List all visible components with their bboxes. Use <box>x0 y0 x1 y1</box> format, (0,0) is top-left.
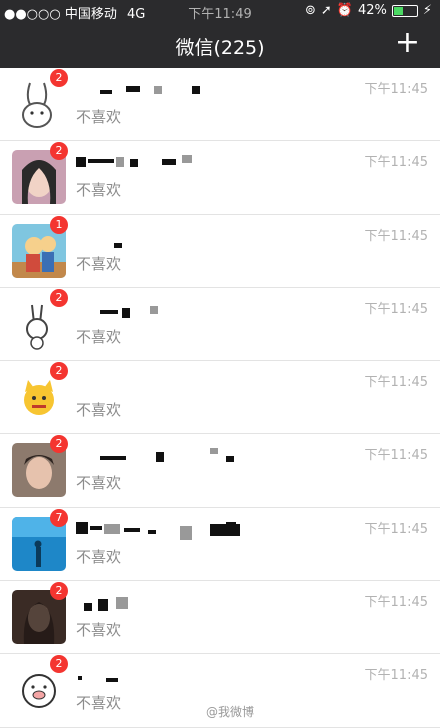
nav-bar: 微信(225) + <box>0 22 440 68</box>
redaction-block <box>210 448 218 455</box>
last-message: 不喜欢 <box>76 621 122 640</box>
redacted-contact-name <box>76 373 276 395</box>
redacted-contact-name <box>76 80 276 102</box>
plus-icon[interactable]: + <box>395 28 420 58</box>
rotation-lock-icon: ⊚ <box>304 3 316 18</box>
redaction-block <box>126 86 140 92</box>
location-icon: ➚ <box>320 3 332 18</box>
message-time: 下午11:45 <box>364 521 428 537</box>
chat-row[interactable]: 2 不喜欢 下午11:45 <box>0 581 440 655</box>
redaction-block <box>84 603 92 612</box>
battery-percent: 42% <box>357 3 387 18</box>
message-time: 下午11:45 <box>364 82 428 97</box>
redaction-block <box>116 597 128 610</box>
chat-row[interactable]: 2 不喜欢 下午11:45 <box>0 287 440 362</box>
redaction-block <box>114 242 122 248</box>
redaction-block <box>106 678 118 683</box>
last-message: 不喜欢 <box>76 547 122 566</box>
message-time: 下午11:45 <box>364 595 428 611</box>
redaction-block <box>148 529 156 534</box>
redacted-contact-name <box>76 520 276 542</box>
chat-row[interactable]: 2 不喜欢 下午11:45 <box>0 68 440 142</box>
last-message: 不喜欢 <box>76 327 122 346</box>
last-message: 不喜欢 <box>76 181 122 200</box>
redaction-block <box>150 305 158 314</box>
redaction-block <box>192 86 200 94</box>
last-message: 不喜欢 <box>76 254 122 273</box>
redaction-block <box>98 599 108 612</box>
redaction-block <box>156 452 164 463</box>
message-time: 下午11:45 <box>364 668 428 684</box>
unread-badge: 2 <box>50 69 68 87</box>
redaction-block <box>104 523 120 534</box>
message-time: 下午11:45 <box>364 155 428 171</box>
redaction-block <box>100 90 112 94</box>
unread-badge: 1 <box>50 215 68 234</box>
message-time: 下午11:45 <box>364 228 428 244</box>
redaction-block <box>78 676 82 681</box>
redaction-block <box>116 157 124 168</box>
chat-row[interactable]: 2 不喜欢 下午11:45 <box>0 141 440 215</box>
watermark: @我微博 <box>205 705 254 719</box>
alarm-icon: ⏰ <box>336 3 353 18</box>
redaction-block <box>162 159 176 166</box>
redaction-block <box>154 86 162 94</box>
unread-badge: 2 <box>50 582 68 601</box>
message-time: 下午11:45 <box>364 448 428 464</box>
status-bar: ●●○○○ 中国移动 4G 下午11:49 ⊚ ➚ ⏰ 42% ⚡ <box>0 0 440 22</box>
charging-icon: ⚡ <box>422 3 432 18</box>
last-message: 不喜欢 <box>76 474 122 493</box>
chat-row[interactable]: 2 不喜欢 下午11:45 <box>0 434 440 508</box>
chat-list: 2 不喜欢 下午11:45 2 不喜欢 下午11:45 1 不喜欢 下午11:45 2 不喜欢 下午1… <box>0 68 440 728</box>
last-message: 不喜欢 <box>76 694 122 713</box>
redacted-contact-name <box>76 666 276 688</box>
last-message: 不喜欢 <box>76 401 122 420</box>
redacted-contact-name <box>76 300 276 322</box>
redaction-block <box>76 157 86 168</box>
unread-badge: 7 <box>50 508 68 527</box>
redaction-block <box>180 525 192 540</box>
message-time: 下午11:45 <box>364 301 428 317</box>
redaction-block <box>130 159 138 168</box>
redaction-block <box>124 527 140 532</box>
redaction-block <box>100 456 126 461</box>
page-title: 微信(225) <box>175 37 265 59</box>
redacted-contact-name <box>76 153 276 175</box>
unread-badge: 2 <box>50 288 68 307</box>
redacted-contact-name <box>76 227 276 249</box>
redaction-block <box>226 456 234 463</box>
redaction-block <box>76 521 88 534</box>
chat-row[interactable]: 7 不喜欢 下午11:45 <box>0 507 440 582</box>
battery-icon <box>391 4 418 17</box>
redaction-block <box>182 155 192 164</box>
chat-row[interactable]: 1 不喜欢 下午11:45 <box>0 214 440 288</box>
redaction-block <box>122 307 130 318</box>
redaction-block <box>100 309 118 314</box>
redacted-contact-name <box>76 593 276 615</box>
last-message: 不喜欢 <box>76 108 122 126</box>
message-time: 下午11:45 <box>364 375 428 391</box>
redaction-block <box>226 521 236 534</box>
redacted-contact-name <box>76 446 276 468</box>
redaction-block <box>90 525 102 530</box>
status-right: ⊚ ➚ ⏰ 42% ⚡ <box>305 3 432 18</box>
chat-row[interactable]: 2 不喜欢 下午11:45 <box>0 361 440 435</box>
redaction-block <box>88 159 114 164</box>
